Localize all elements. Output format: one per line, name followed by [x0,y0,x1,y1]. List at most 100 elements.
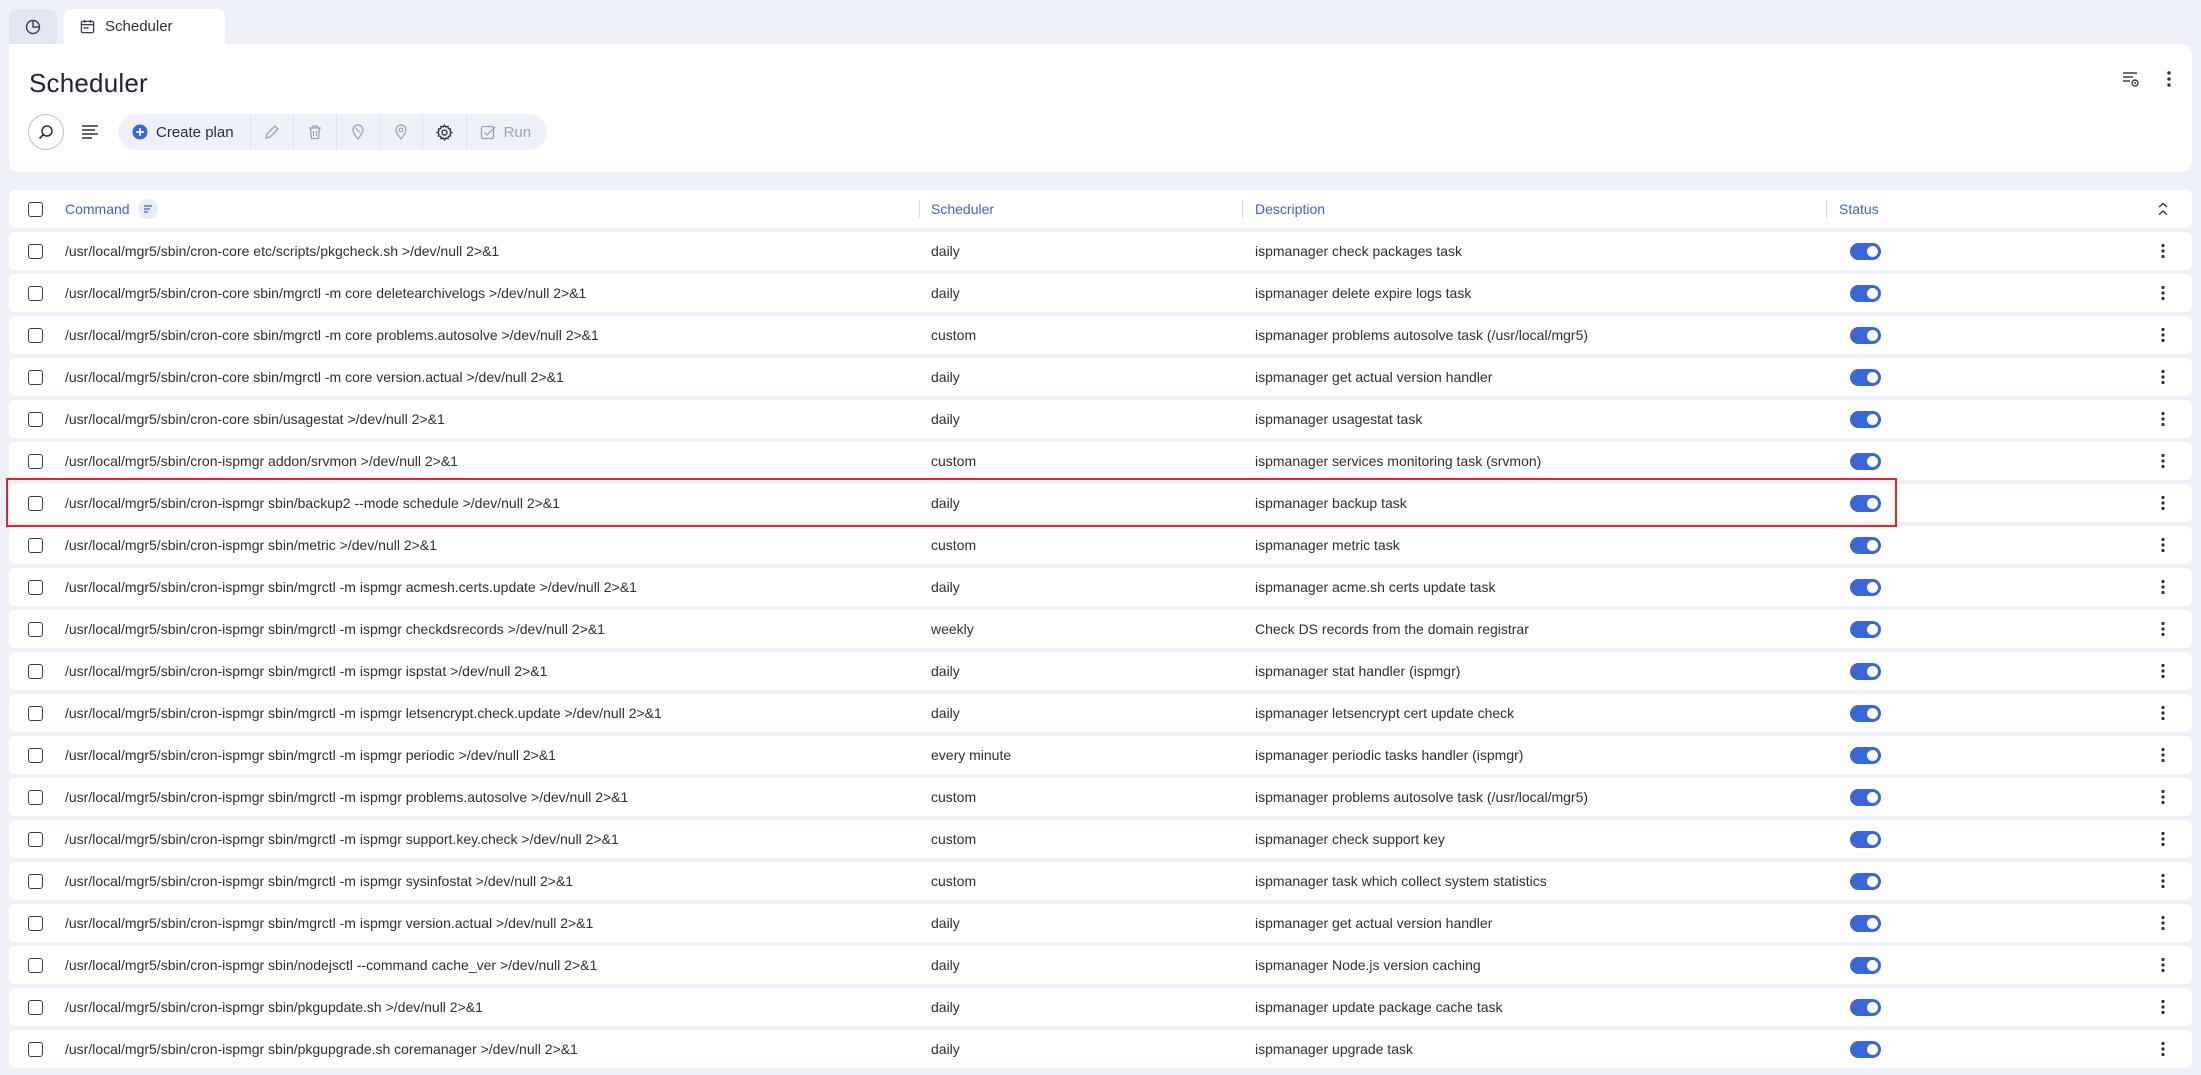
column-separator[interactable] [1242,200,1243,218]
column-scheduler[interactable]: Scheduler [931,190,994,228]
run-button[interactable]: Run [467,114,548,150]
row-checkbox[interactable] [28,285,43,301]
row-checkbox[interactable] [28,411,43,427]
row-menu-button[interactable] [2153,1030,2173,1068]
row-checkbox[interactable] [28,747,43,763]
row-menu-button[interactable] [2153,988,2173,1026]
row-menu-button[interactable] [2153,652,2173,690]
row-checkbox[interactable] [28,579,43,595]
row-menu-button[interactable] [2153,904,2173,942]
row-checkbox[interactable] [28,495,43,511]
row-menu-button[interactable] [2153,484,2173,522]
row-checkbox[interactable] [28,453,43,469]
table-row[interactable]: /usr/local/mgr5/sbin/cron-ispmgr sbin/pk… [9,1030,2192,1068]
status-toggle[interactable] [1850,704,1881,722]
status-toggle[interactable] [1850,788,1881,806]
status-toggle[interactable] [1850,242,1881,260]
filter-list-button[interactable] [72,114,108,150]
status-toggle[interactable] [1850,914,1881,932]
row-checkbox[interactable] [28,873,43,889]
row-menu-button[interactable] [2153,232,2173,270]
row-checkbox[interactable] [28,663,43,679]
row-checkbox[interactable] [28,327,43,343]
collapse-columns-button[interactable] [2153,190,2173,228]
column-separator[interactable] [1826,200,1827,218]
table-row[interactable]: /usr/local/mgr5/sbin/cron-ispmgr sbin/mg… [9,820,2192,858]
select-all-checkbox[interactable] [28,201,43,217]
tab-dashboard[interactable] [9,9,57,44]
table-row[interactable]: /usr/local/mgr5/sbin/cron-ispmgr sbin/mg… [9,610,2192,648]
status-toggle[interactable] [1850,410,1881,428]
row-menu-button[interactable] [2153,946,2173,984]
more-menu-button[interactable] [2166,70,2172,93]
status-toggle[interactable] [1850,494,1881,512]
row-checkbox[interactable] [28,705,43,721]
list-settings-button[interactable] [2122,70,2140,93]
row-menu-button[interactable] [2153,736,2173,774]
row-menu-button[interactable] [2153,400,2173,438]
column-status[interactable]: Status [1839,190,1879,228]
status-toggle[interactable] [1850,662,1881,680]
table-row[interactable]: /usr/local/mgr5/sbin/cron-core etc/scrip… [9,232,2192,270]
row-menu-button[interactable] [2153,316,2173,354]
row-checkbox[interactable] [28,957,43,973]
row-menu-button[interactable] [2153,778,2173,816]
row-checkbox[interactable] [28,243,43,259]
row-checkbox[interactable] [28,789,43,805]
row-checkbox[interactable] [28,999,43,1015]
create-plan-button[interactable]: Create plan [118,114,251,150]
row-checkbox[interactable] [28,915,43,931]
table-row[interactable]: /usr/local/mgr5/sbin/cron-ispmgr sbin/pk… [9,988,2192,1026]
table-row[interactable]: /usr/local/mgr5/sbin/cron-ispmgr sbin/mg… [9,862,2192,900]
status-toggle[interactable] [1850,452,1881,470]
row-menu-button[interactable] [2153,358,2173,396]
table-row[interactable]: /usr/local/mgr5/sbin/cron-ispmgr sbin/mg… [9,736,2192,774]
table-row[interactable]: /usr/local/mgr5/sbin/cron-core sbin/mgrc… [9,358,2192,396]
status-toggle[interactable] [1850,746,1881,764]
row-menu-button[interactable] [2153,610,2173,648]
table-row[interactable]: /usr/local/mgr5/sbin/cron-ispmgr sbin/mg… [9,694,2192,732]
row-checkbox[interactable] [28,369,43,385]
row-menu-button[interactable] [2153,526,2173,564]
status-toggle[interactable] [1850,1040,1881,1058]
sort-icon[interactable] [137,199,158,219]
status-toggle[interactable] [1850,956,1881,974]
settings-button[interactable] [423,114,467,150]
status-toggle[interactable] [1850,284,1881,302]
status-toggle[interactable] [1850,998,1881,1016]
search-button[interactable] [28,114,64,150]
column-separator[interactable] [919,200,920,218]
row-menu-button[interactable] [2153,442,2173,480]
table-row[interactable]: /usr/local/mgr5/sbin/cron-core sbin/usag… [9,400,2192,438]
table-row[interactable]: /usr/local/mgr5/sbin/cron-ispmgr sbin/me… [9,526,2192,564]
edit-button[interactable] [251,114,294,150]
enable-button[interactable] [380,114,423,150]
status-toggle[interactable] [1850,872,1881,890]
table-row[interactable]: /usr/local/mgr5/sbin/cron-ispmgr sbin/mg… [9,568,2192,606]
status-toggle[interactable] [1850,830,1881,848]
row-menu-button[interactable] [2153,274,2173,312]
column-description[interactable]: Description [1255,190,1325,228]
status-toggle[interactable] [1850,536,1881,554]
row-menu-button[interactable] [2153,820,2173,858]
disable-button[interactable] [337,114,380,150]
status-toggle[interactable] [1850,368,1881,386]
row-menu-button[interactable] [2153,694,2173,732]
row-checkbox[interactable] [28,1041,43,1057]
table-row[interactable]: /usr/local/mgr5/sbin/cron-ispmgr addon/s… [9,442,2192,480]
row-menu-button[interactable] [2153,568,2173,606]
table-row[interactable]: /usr/local/mgr5/sbin/cron-ispmgr sbin/ba… [9,484,2192,522]
table-row[interactable]: /usr/local/mgr5/sbin/cron-ispmgr sbin/mg… [9,778,2192,816]
table-row[interactable]: /usr/local/mgr5/sbin/cron-ispmgr sbin/no… [9,946,2192,984]
table-row[interactable]: /usr/local/mgr5/sbin/cron-core sbin/mgrc… [9,316,2192,354]
tab-scheduler[interactable]: Scheduler [64,9,225,44]
row-checkbox[interactable] [28,621,43,637]
row-checkbox[interactable] [28,831,43,847]
status-toggle[interactable] [1850,578,1881,596]
table-row[interactable]: /usr/local/mgr5/sbin/cron-core sbin/mgrc… [9,274,2192,312]
delete-button[interactable] [294,114,337,150]
status-toggle[interactable] [1850,326,1881,344]
table-row[interactable]: /usr/local/mgr5/sbin/cron-ispmgr sbin/mg… [9,904,2192,942]
table-row[interactable]: /usr/local/mgr5/sbin/cron-ispmgr sbin/mg… [9,652,2192,690]
status-toggle[interactable] [1850,620,1881,638]
